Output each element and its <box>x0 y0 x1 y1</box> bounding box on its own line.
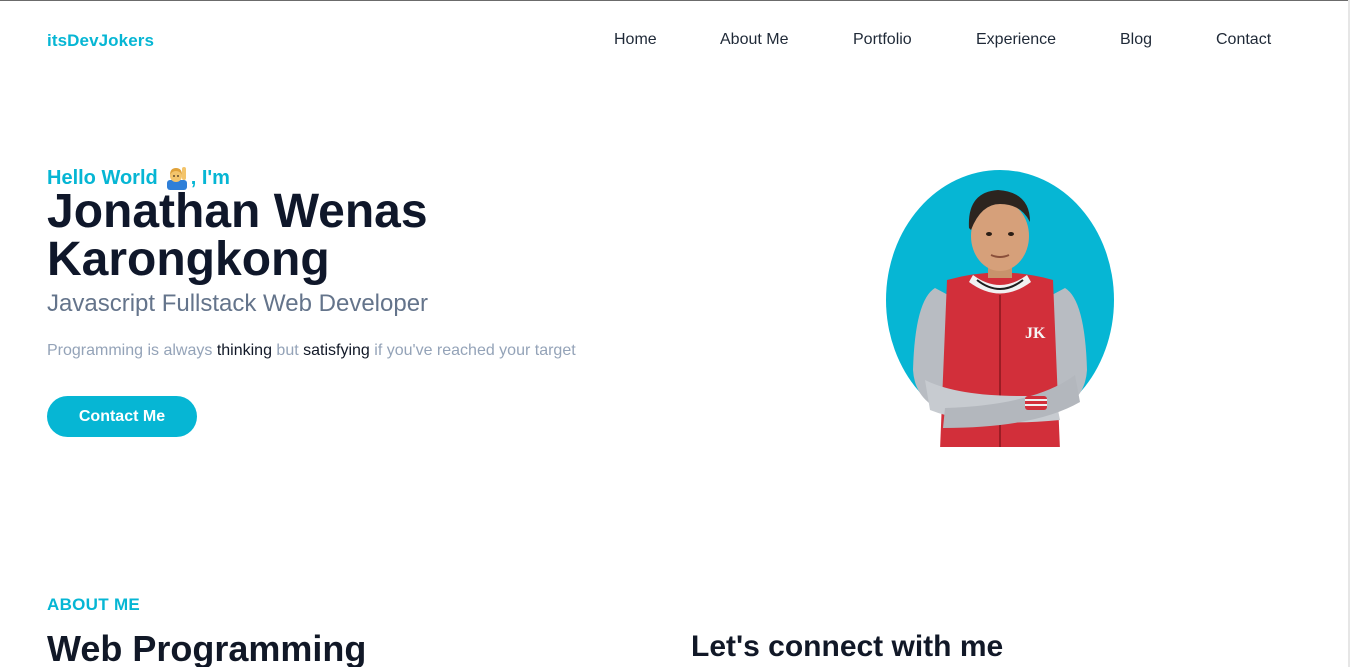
hero-role: Javascript Fullstack Web Developer <box>47 290 429 317</box>
tagline-part-2: but <box>271 342 304 359</box>
nav-experience[interactable]: Experience <box>976 31 1056 49</box>
nav-about-me[interactable]: About Me <box>720 31 788 49</box>
nav-home[interactable]: Home <box>614 31 657 49</box>
site-header: itsDevJokers Home About Me Portfolio Exp… <box>0 1 1350 79</box>
profile-photo: JK <box>886 170 1114 447</box>
nav-blog[interactable]: Blog <box>1120 31 1152 49</box>
tagline-part-3: if you've reached your target <box>369 342 576 359</box>
hero-tagline: Programming is always thinking but satis… <box>47 342 576 360</box>
about-label: ABOUT ME <box>47 595 141 614</box>
contact-me-button[interactable]: Contact Me <box>47 396 197 437</box>
nav-contact[interactable]: Contact <box>1216 31 1271 49</box>
hero-name: Jonathan Wenas Karongkong <box>47 185 428 286</box>
about-title: Web Programming <box>47 628 367 667</box>
tagline-highlight-satisfying: satisfying <box>303 342 370 359</box>
main-nav: Home About Me Portfolio Experience Blog … <box>0 31 1350 53</box>
tagline-highlight-thinking: thinking <box>216 342 272 359</box>
nav-portfolio[interactable]: Portfolio <box>853 31 912 49</box>
svg-text:JK: JK <box>1025 325 1046 342</box>
connect-title: Let's connect with me <box>691 630 1004 663</box>
tagline-part-1: Programming is always <box>47 342 217 359</box>
